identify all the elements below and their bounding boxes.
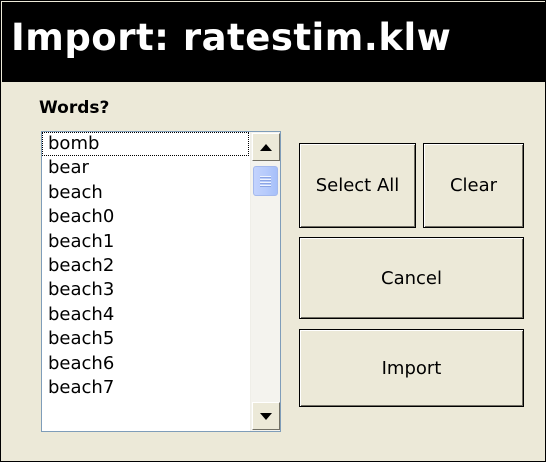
triangle-up-icon <box>260 143 272 151</box>
list-item[interactable]: beach <box>42 181 249 205</box>
scroll-down-button[interactable] <box>252 402 280 430</box>
words-label: Words? <box>39 98 110 118</box>
words-listbox[interactable]: bomb bear beach beach0 beach1 beach2 bea… <box>41 131 281 432</box>
grip-line <box>260 176 271 177</box>
list-item[interactable]: beach0 <box>42 205 249 229</box>
list-item[interactable]: bomb <box>42 132 249 157</box>
grip-line <box>260 179 271 180</box>
list-item[interactable]: beach5 <box>42 327 249 351</box>
list-item[interactable]: beach3 <box>42 278 249 302</box>
vertical-scrollbar[interactable] <box>250 132 280 431</box>
list-item[interactable]: beach1 <box>42 230 249 254</box>
list-item[interactable]: bear <box>42 156 249 180</box>
import-dialog: Import: ratestim.klw Words? bomb bear be… <box>0 0 546 462</box>
grip-line <box>260 182 271 183</box>
list-item[interactable]: beach7 <box>42 376 249 400</box>
select-all-button[interactable]: Select All <box>299 143 416 228</box>
cancel-button[interactable]: Cancel <box>299 237 524 319</box>
scroll-up-button[interactable] <box>252 133 280 161</box>
scroll-thumb[interactable] <box>253 166 278 196</box>
window-title: Import: ratestim.klw <box>11 16 452 59</box>
list-item[interactable]: beach6 <box>42 352 249 376</box>
list-item[interactable]: beach2 <box>42 254 249 278</box>
clear-button[interactable]: Clear <box>423 143 524 228</box>
triangle-down-icon <box>260 412 272 420</box>
import-button[interactable]: Import <box>299 329 524 407</box>
grip-line <box>260 185 271 186</box>
list-item[interactable]: beach4 <box>42 303 249 327</box>
words-list: bomb bear beach beach0 beach1 beach2 bea… <box>42 132 249 400</box>
title-bar: Import: ratestim.klw <box>2 2 546 82</box>
